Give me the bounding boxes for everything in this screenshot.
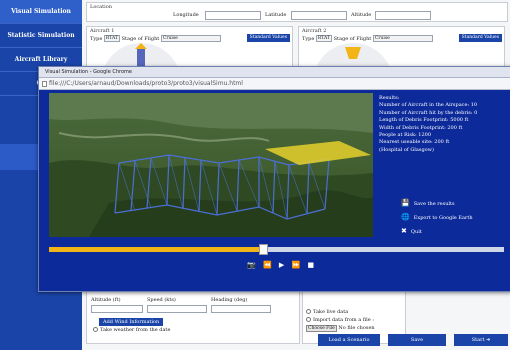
live-data-label: Take live data bbox=[313, 309, 349, 315]
file-chooser-row: Choose File No file chosen bbox=[306, 325, 375, 332]
aircraft1-stage-select[interactable]: Cruise bbox=[160, 35, 221, 42]
altitude-input[interactable] bbox=[375, 11, 431, 20]
aircraft2-standard-values-button[interactable]: Standard Values bbox=[458, 34, 502, 42]
quit-action[interactable]: ✖ Quit bbox=[401, 227, 422, 235]
aircraft2-type-label: Type bbox=[302, 36, 315, 42]
aircraft2-stage-label: Stage of Flight bbox=[333, 36, 372, 42]
result-line: People at Risk: 1200 bbox=[379, 132, 431, 139]
timeline-progress bbox=[49, 247, 263, 252]
aircraft1-standard-values-button[interactable]: Standard Values bbox=[246, 34, 290, 42]
choose-file-button[interactable]: Choose File bbox=[306, 325, 337, 332]
results-heading: Results: bbox=[379, 95, 400, 101]
wind-altitude-label: Altitude (ft) bbox=[91, 297, 121, 303]
live-data-radio[interactable] bbox=[306, 309, 311, 314]
sidebar-item-visual-simulation[interactable]: Visual Simulation bbox=[0, 0, 82, 24]
longitude-label: Longitude bbox=[173, 12, 199, 18]
timeline-handle[interactable] bbox=[258, 244, 268, 255]
wind-speed-input[interactable] bbox=[147, 305, 207, 313]
load-scenario-button[interactable]: Load a Scenario bbox=[318, 334, 380, 346]
export-label: Export to Google Earth bbox=[413, 215, 473, 221]
aircraft2-title: Aircraft 2 bbox=[302, 28, 327, 34]
playback-controls: 📷 ⏪ ▶ ⏩ ■ bbox=[247, 261, 319, 269]
aircraft1-title: Aircraft 1 bbox=[90, 28, 115, 34]
import-data-radio[interactable] bbox=[306, 317, 311, 322]
add-wind-information-button[interactable]: Add Wind Information bbox=[99, 318, 164, 326]
aircraft2-row: Type RTAT Stage of Flight Cruise bbox=[302, 35, 433, 42]
browser-title: Visual Simulation - Google Chrome bbox=[45, 69, 132, 75]
rewind-icon[interactable]: ⏪ bbox=[263, 261, 272, 269]
aircraft2-type-select[interactable]: RTAT bbox=[315, 35, 332, 42]
wind-heading-input[interactable] bbox=[211, 305, 271, 313]
wind-altitude-input[interactable] bbox=[91, 305, 143, 313]
results-panel: Results: Number of Aircraft in the Airsp… bbox=[379, 95, 509, 154]
quit-label: Quit bbox=[410, 229, 422, 235]
arrow-right-icon: ➜ bbox=[486, 337, 491, 343]
result-line: (Hospital of Glasgow) bbox=[379, 146, 434, 153]
live-data-option[interactable]: Take live data bbox=[306, 309, 348, 315]
save-icon: 💾 bbox=[401, 199, 410, 207]
simulation-view[interactable] bbox=[49, 93, 373, 237]
aircraft1-type-select[interactable]: RTAT bbox=[103, 35, 120, 42]
document-icon bbox=[42, 81, 47, 87]
address-bar[interactable]: file:///C:/Users/arnaud/Downloads/proto3… bbox=[39, 78, 510, 90]
weather-radio[interactable] bbox=[93, 327, 98, 332]
altitude-label: Altitude bbox=[351, 12, 372, 18]
sidebar-item-statistic-simulation[interactable]: Statistic Simulation bbox=[0, 24, 82, 48]
close-icon: ✖ bbox=[401, 227, 407, 235]
wind-speed-label: Speed (kts) bbox=[147, 297, 176, 303]
timeline-slider[interactable] bbox=[49, 244, 504, 255]
play-icon[interactable]: ▶ bbox=[279, 261, 284, 269]
aircraft1-stage-label: Stage of Flight bbox=[121, 36, 160, 42]
result-line: Width of Debris Footprint: 200 ft bbox=[379, 124, 463, 131]
browser-titlebar[interactable]: Visual Simulation - Google Chrome bbox=[39, 67, 510, 78]
aircraft1-row: Type RTAT Stage of Flight Cruise bbox=[90, 35, 221, 42]
start-label: Start bbox=[471, 337, 485, 343]
save-results-label: Save the results bbox=[413, 201, 455, 207]
export-google-earth-action[interactable]: 🌐 Export to Google Earth bbox=[401, 213, 473, 221]
weather-option-label: Take weather from the date bbox=[100, 327, 171, 333]
result-line: Nearest useable site: 200 ft bbox=[379, 139, 450, 146]
import-data-option[interactable]: Import data from a file : bbox=[306, 317, 374, 323]
result-line: Number of Aircraft in the Airspace: 10 bbox=[379, 102, 478, 109]
wind-panel: Altitude (ft) Speed (kts) Heading (deg) … bbox=[86, 290, 300, 344]
longitude-input[interactable] bbox=[205, 11, 261, 20]
location-panel: Location Longitude Latitude Altitude bbox=[86, 2, 508, 22]
fast-forward-icon[interactable]: ⏩ bbox=[292, 261, 301, 269]
aircraft2-stage-select[interactable]: Cruise bbox=[372, 35, 433, 42]
stop-icon[interactable]: ■ bbox=[307, 261, 314, 269]
latitude-label: Latitude bbox=[265, 12, 287, 18]
wind-heading-label: Heading (deg) bbox=[211, 297, 248, 303]
result-line: Length of Debris Footprint: 5000 ft bbox=[379, 117, 469, 124]
bottom-panel: Altitude (ft) Speed (kts) Heading (deg) … bbox=[86, 290, 510, 350]
location-title: Location bbox=[90, 4, 112, 10]
latitude-input[interactable] bbox=[291, 11, 347, 20]
no-file-label: No file chosen bbox=[338, 325, 375, 331]
browser-window: Visual Simulation - Google Chrome file:/… bbox=[38, 66, 510, 292]
weather-option[interactable]: Take weather from the date bbox=[93, 327, 170, 333]
result-line: Number of Aircraft hit by the debris: 0 bbox=[379, 109, 478, 116]
globe-icon: 🌐 bbox=[401, 213, 410, 221]
start-button[interactable]: Start ➜ bbox=[454, 334, 508, 346]
aircraft1-type-label: Type bbox=[90, 36, 103, 42]
import-data-label: Import data from a file : bbox=[313, 317, 374, 323]
earth-scene bbox=[49, 93, 373, 237]
save-results-action[interactable]: 💾 Save the results bbox=[401, 199, 455, 207]
url-text: file:///C:/Users/arnaud/Downloads/proto3… bbox=[49, 80, 243, 87]
camera-icon[interactable]: 📷 bbox=[247, 261, 256, 269]
save-button[interactable]: Save bbox=[388, 334, 446, 346]
